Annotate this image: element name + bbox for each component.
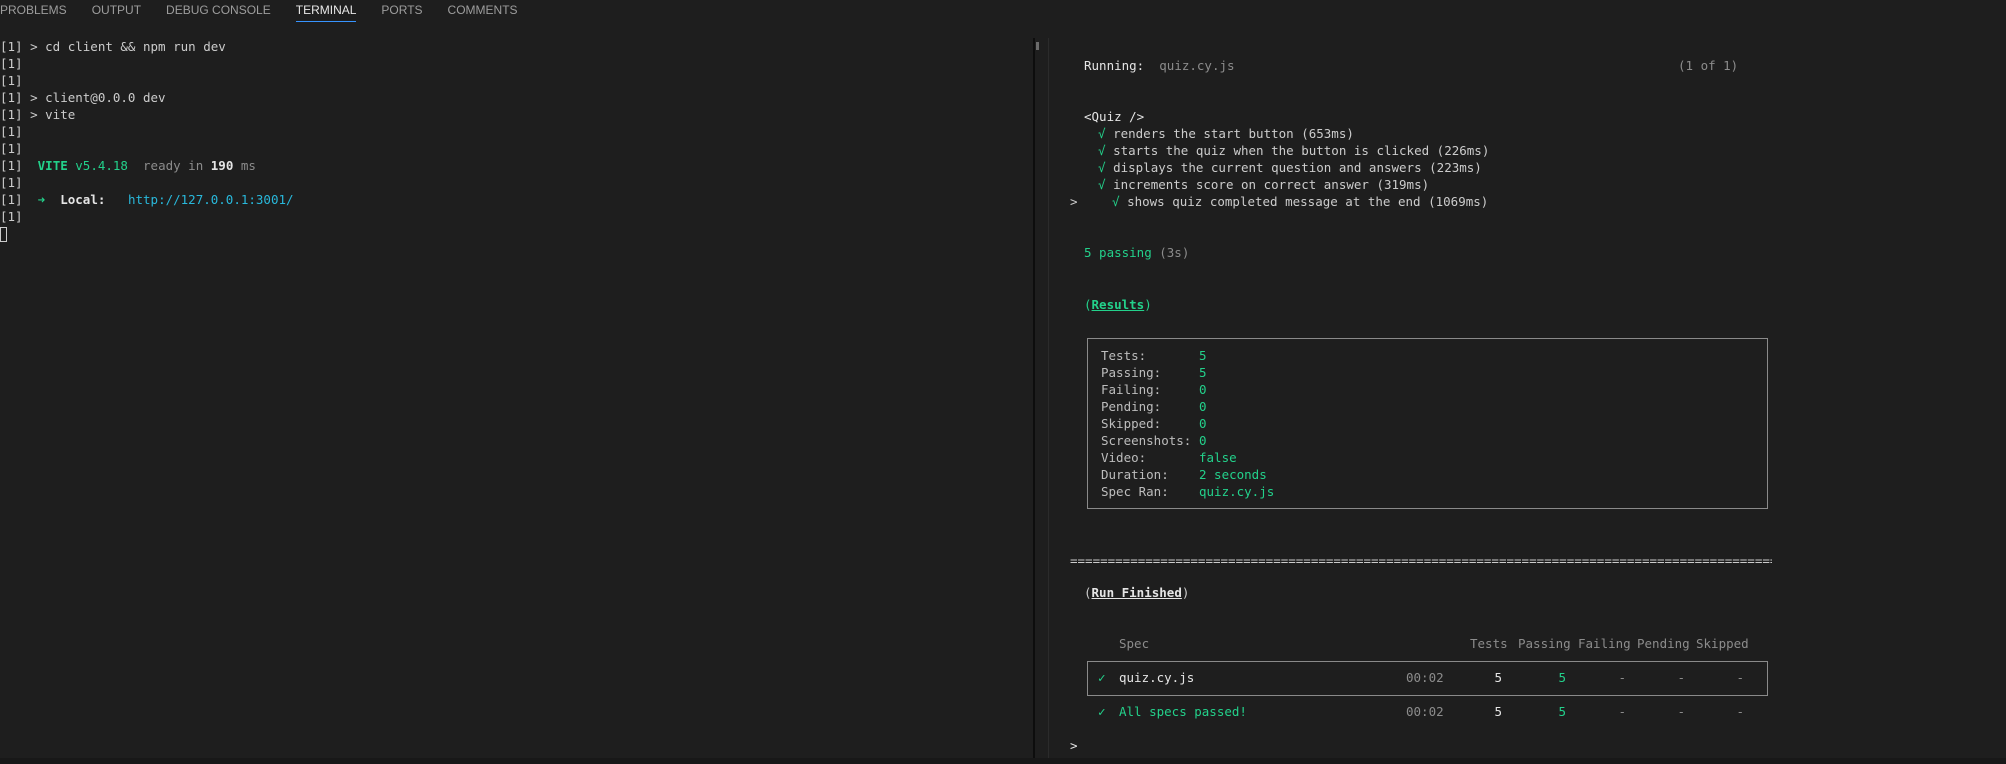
vite-version: v5.4.18 (67, 158, 128, 173)
terminal-line: [1] (0, 175, 23, 190)
tab-problems[interactable]: PROBLEMS (0, 0, 67, 21)
pane-border (1048, 38, 1049, 758)
tab-comments[interactable]: COMMENTS (448, 0, 518, 21)
spec-tests: 5 (1494, 670, 1502, 685)
terminal-line: [1] (0, 73, 23, 88)
ms-unit: ms (233, 158, 256, 173)
results-heading: (Results) (1084, 297, 1152, 312)
result-row: Screenshots: 0 (1101, 433, 1207, 448)
result-row: Passing: 5 (1101, 365, 1207, 380)
header-skipped: Skipped (1696, 636, 1749, 651)
tab-output[interactable]: OUTPUT (92, 0, 141, 21)
ready-text: ready in (127, 158, 211, 173)
summary-tests: 5 (1494, 704, 1502, 719)
run-finished-label: Run Finished (1091, 585, 1182, 600)
tab-debug-console[interactable]: DEBUG CONSOLE (166, 0, 271, 21)
run-finished-heading: (Run Finished) (1084, 585, 1190, 600)
summary-failing: - (1618, 704, 1626, 719)
result-row: Video: false (1101, 450, 1237, 465)
test-item: √ displays the current question and answ… (1098, 160, 1482, 175)
summary-pending: - (1677, 704, 1685, 719)
running-label: Running: (1084, 58, 1145, 73)
scrollbar-thumb[interactable] (1036, 42, 1039, 50)
check-icon: ✓ (1098, 704, 1106, 719)
local-url-link[interactable]: http://127.0.0.1:3001/ (128, 192, 294, 207)
test-item: √ renders the start button (653ms) (1098, 126, 1354, 141)
split-divider[interactable] (1033, 38, 1035, 758)
terminal-line: [1] > cd client && npm run dev (0, 39, 226, 54)
result-row: Spec Ran: quiz.cy.js (1101, 484, 1275, 499)
test-item: √ shows quiz completed message at the en… (1112, 194, 1489, 209)
spec-skipped: - (1736, 670, 1744, 685)
test-item: √ increments score on correct answer (31… (1098, 177, 1430, 192)
header-failing: Failing (1578, 636, 1631, 651)
header-pending: Pending (1637, 636, 1690, 651)
spec-pending: - (1677, 670, 1685, 685)
summary-passing: 5 (1558, 704, 1566, 719)
local-label: Local: (45, 192, 106, 207)
summary-text: All specs passed! (1119, 704, 1247, 719)
terminal-line: [1] > vite (0, 107, 76, 122)
passing-count: 5 passing (1084, 245, 1152, 260)
check-icon: √ (1098, 126, 1106, 141)
terminal-line: [1] (0, 209, 23, 224)
result-row: Skipped: 0 (1101, 416, 1207, 431)
line-prefix: [1] (0, 158, 38, 173)
spec-file: quiz.cy.js (1119, 670, 1195, 685)
divider-line: ========================================… (1070, 553, 1772, 568)
passing-time: (3s) (1151, 245, 1190, 260)
header-tests: Tests (1470, 636, 1508, 651)
terminal-line: [1] (0, 124, 23, 139)
terminal-pane-left[interactable]: [1] > cd client && npm run dev [1] [1] [… (0, 38, 1030, 758)
check-icon: √ (1112, 194, 1120, 209)
terminal-pane-right[interactable]: Running: quiz.cy.js (1 of 1) <Quiz /> √ … (1070, 0, 1980, 764)
terminal-line: [1] (0, 141, 23, 156)
vite-ready-line: [1] VITE v5.4.18 ready in 190 ms (0, 157, 1030, 174)
summary-skipped: - (1736, 704, 1744, 719)
spec-time: 00:02 (1406, 670, 1444, 685)
summary-time: 00:02 (1406, 704, 1444, 719)
running-file: quiz.cy.js (1159, 58, 1235, 73)
terminal-line: [1] (0, 56, 23, 71)
vite-name: VITE (37, 158, 68, 173)
header-passing: Passing (1518, 636, 1571, 651)
tab-ports[interactable]: PORTS (381, 0, 422, 21)
prompt-line (0, 225, 1030, 242)
results-label: Results (1091, 297, 1145, 312)
test-item: √ starts the quiz when the button is cli… (1098, 143, 1490, 158)
passing-summary: 5 passing (3s) (1084, 244, 1189, 261)
running-row: Running: quiz.cy.js (1084, 57, 1235, 74)
result-row: Failing: 0 (1101, 382, 1207, 397)
results-table: Tests: 5 Passing: 5 Failing: 0 Pending: 0 Sk… (1087, 338, 1768, 509)
ready-ms: 190 (210, 158, 234, 173)
tab-terminal[interactable]: TERMINAL (295, 0, 357, 22)
check-icon: √ (1098, 160, 1106, 175)
result-row: Pending: 0 (1101, 399, 1207, 414)
local-url-line: [1] ➜ Local: http://127.0.0.1:3001/ (0, 191, 1030, 208)
spec-passing: 5 (1558, 670, 1566, 685)
check-icon: √ (1098, 143, 1106, 158)
check-icon: √ (1098, 177, 1106, 192)
terminal-cursor (0, 227, 7, 242)
running-count: (1 of 1) (1678, 58, 1739, 73)
header-spec: Spec (1119, 636, 1150, 651)
line-prefix: [1] (0, 192, 38, 207)
spec-failing: - (1618, 670, 1626, 685)
end-prompt-icon: > (1070, 738, 1078, 753)
result-row: Tests: 5 (1101, 348, 1207, 363)
check-icon: ✓ (1098, 670, 1106, 685)
status-bar (0, 758, 2006, 764)
result-row: Duration: 2 seconds (1101, 467, 1267, 482)
suite-title: <Quiz /> (1084, 109, 1145, 124)
prompt-chevron-icon: > (1070, 194, 1078, 209)
terminal-line: [1] > client@0.0.0 dev (0, 90, 166, 105)
